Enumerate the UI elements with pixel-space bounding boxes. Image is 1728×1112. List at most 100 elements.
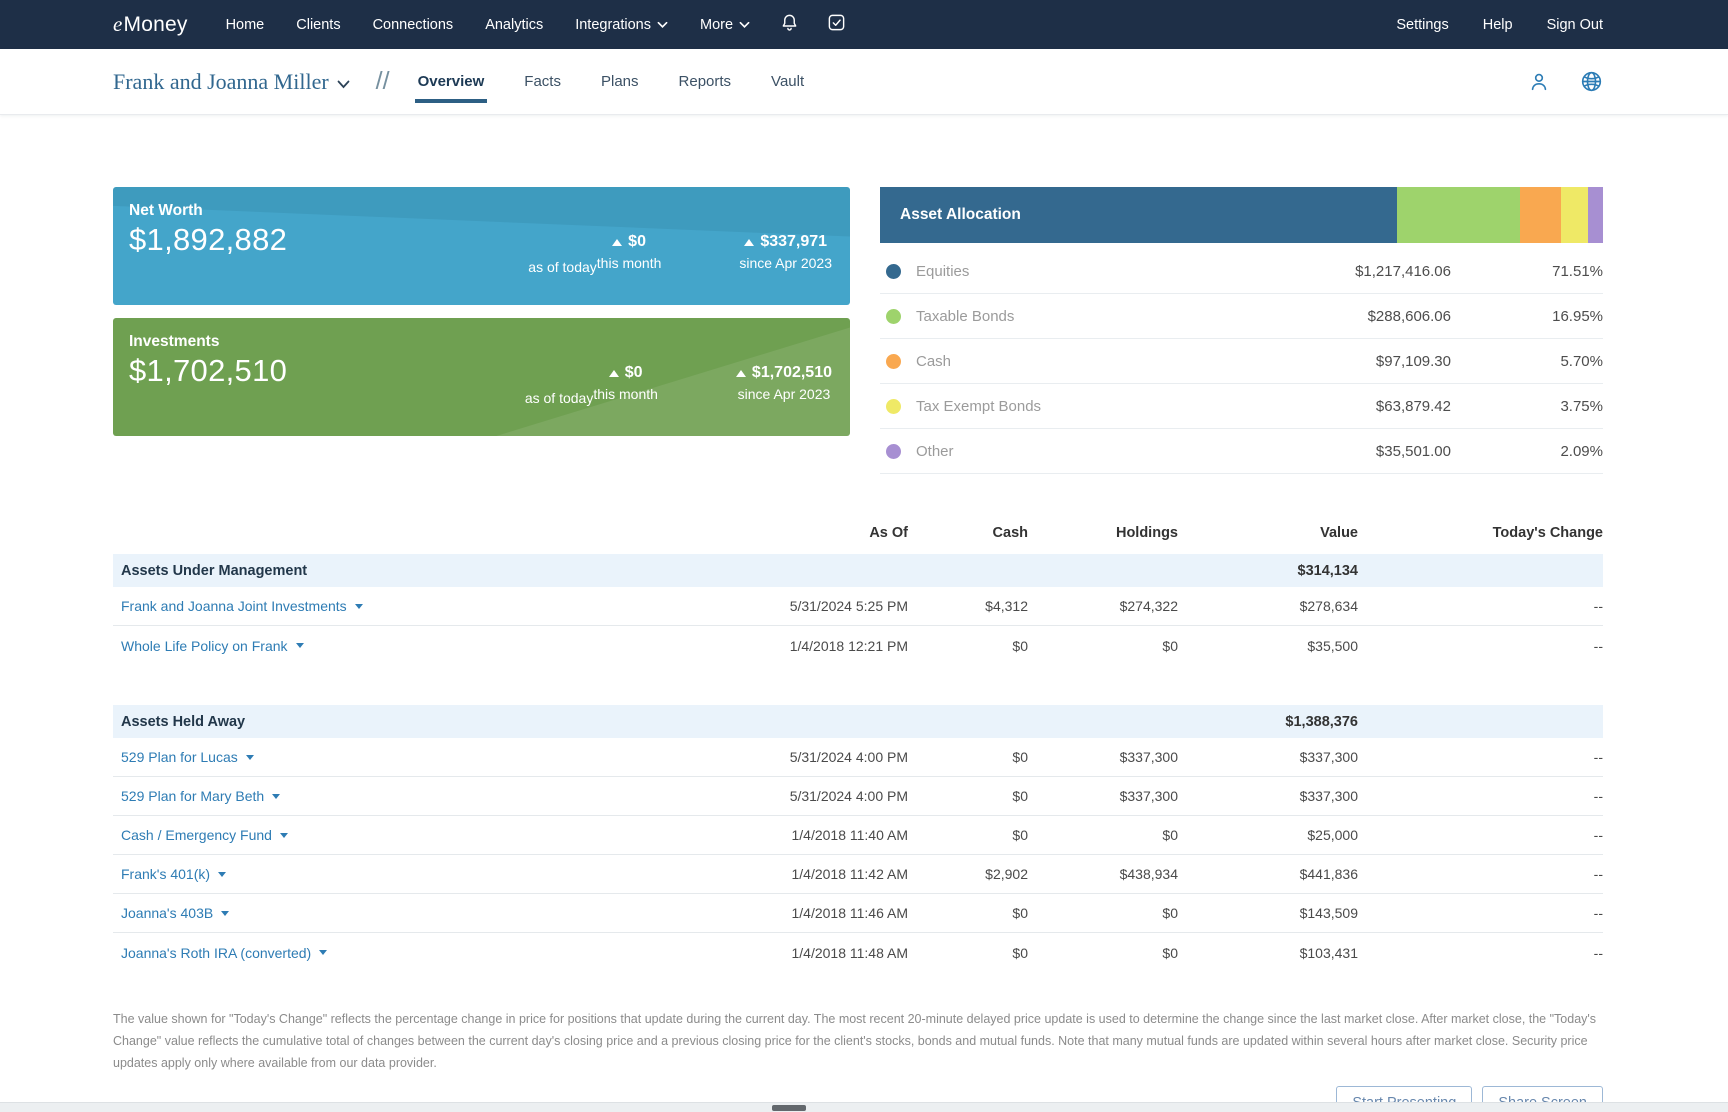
column-header-holdings: Holdings (1115, 525, 1178, 541)
triangle-up-icon (744, 239, 755, 246)
asset-link[interactable]: Frank's 401(k) (121, 866, 210, 882)
asset-allocation-panel: Asset Allocation Equities $1,217,416.06 … (880, 187, 1603, 474)
check-square-icon (827, 13, 846, 37)
asset-link[interactable]: Joanna's Roth IRA (converted) (121, 945, 311, 961)
nav-item-settings[interactable]: Settings (1379, 0, 1465, 49)
nav-item-help[interactable]: Help (1466, 0, 1530, 49)
tab-overview[interactable]: Overview (414, 49, 488, 114)
chevron-down-icon (337, 69, 350, 95)
asset-allocation-title: Asset Allocation (900, 206, 1021, 223)
allocation-segment-taxable-bonds (1397, 187, 1520, 243)
investments-month-change: $0 this month (593, 364, 658, 402)
allocation-legend-row: Equities $1,217,416.06 71.51% (880, 249, 1603, 294)
section-total: $314,134 (1297, 562, 1358, 579)
caret-down-icon[interactable] (279, 832, 288, 838)
horizontal-scrollbar[interactable] (0, 1102, 1728, 1112)
table-section-header: Assets Under Management $314,134 (113, 554, 1603, 587)
todays-change-disclaimer: The value shown for "Today's Change" ref… (113, 1012, 1597, 1071)
table-section-header: Assets Held Away $1,388,376 (113, 705, 1603, 738)
asset-allocation-bar: Asset Allocation (880, 187, 1603, 243)
investments-card: Investments $1,702,510 as of today $0 th… (113, 318, 850, 436)
column-header-value: Value (1320, 525, 1358, 541)
caret-down-icon[interactable] (221, 910, 230, 916)
table-row: Cash / Emergency Fund 1/4/2018 11:40 AM … (113, 816, 1603, 855)
tab-facts[interactable]: Facts (524, 49, 561, 114)
allocation-legend-row: Tax Exempt Bonds $63,879.42 3.75% (880, 384, 1603, 429)
allocation-legend-row: Taxable Bonds $288,606.06 16.95% (880, 294, 1603, 339)
tab-reports[interactable]: Reports (679, 49, 732, 114)
client-name-label: Frank and Joanna Miller (113, 68, 329, 94)
nav-item-connections[interactable]: Connections (357, 0, 470, 49)
nav-item-analytics[interactable]: Analytics (469, 0, 559, 49)
table-row: Frank's 401(k) 1/4/2018 11:42 AM $2,902 … (113, 855, 1603, 894)
column-header-cash: Cash (992, 525, 1028, 541)
client-tabs: Overview Facts Plans Reports Vault (414, 49, 804, 114)
caret-down-icon[interactable] (295, 643, 304, 648)
nav-item-home[interactable]: Home (210, 0, 281, 49)
allocation-legend-row: Other $35,501.00 2.09% (880, 429, 1603, 474)
table-row: Whole Life Policy on Frank 1/4/2018 12:2… (121, 637, 1603, 654)
asset-link[interactable]: Cash / Emergency Fund (121, 827, 272, 843)
allocation-segment-other (1587, 187, 1603, 243)
caret-down-icon[interactable] (272, 793, 281, 799)
caret-down-icon[interactable] (354, 603, 363, 609)
tasks-button[interactable] (813, 0, 860, 49)
net-worth-since-change: $337,971 since Apr 2023 (739, 233, 832, 271)
chevron-down-icon (739, 21, 750, 29)
nav-item-integrations[interactable]: Integrations (559, 0, 684, 49)
column-header-as-of: As Of (869, 525, 908, 541)
table-row: Joanna's 403B 1/4/2018 11:46 AM $0 $0 $1… (113, 894, 1603, 933)
emoney-logo[interactable]: eMoney (113, 12, 188, 37)
scrollbar-thumb[interactable] (772, 1105, 806, 1111)
nav-item-more[interactable]: More (684, 0, 766, 49)
net-worth-amount: $1,892,882 (129, 222, 288, 257)
investments-since-change: $1,702,510 since Apr 2023 (735, 364, 832, 402)
net-worth-title: Net Worth (129, 202, 203, 219)
caret-down-icon[interactable] (218, 871, 227, 877)
net-worth-asof: as of today (528, 259, 597, 275)
column-header-change: Today's Change (1492, 525, 1603, 541)
asset-link[interactable]: Joanna's 403B (121, 905, 213, 921)
legend-dot-icon (886, 353, 901, 369)
table-row: 529 Plan for Lucas 5/31/2024 4:00 PM $0 … (113, 738, 1603, 777)
legend-dot-icon (886, 443, 901, 459)
nav-item-clients[interactable]: Clients (280, 0, 356, 49)
caret-down-icon[interactable] (245, 754, 254, 760)
triangle-up-icon (735, 370, 746, 377)
caret-down-icon[interactable] (319, 950, 328, 955)
investments-title: Investments (129, 333, 220, 350)
investments-asof: as of today (524, 390, 594, 406)
allocation-segment-cash (1519, 187, 1561, 243)
asset-link[interactable]: Frank and Joanna Joint Investments (121, 598, 347, 614)
tab-vault[interactable]: Vault (771, 49, 804, 114)
top-navigation-bar: eMoney Home Clients Connections Analytic… (0, 0, 1728, 49)
table-header-row: As Of Cash Holdings Value Today's Change (113, 520, 1603, 546)
legend-dot-icon (886, 263, 901, 279)
table-row: 529 Plan for Mary Beth 5/31/2024 4:00 PM… (113, 777, 1603, 816)
chevron-down-icon (657, 21, 668, 29)
table-row: Joanna's Roth IRA (converted) 1/4/2018 1… (121, 944, 1603, 961)
asset-link[interactable]: 529 Plan for Lucas (121, 749, 238, 765)
tab-plans[interactable]: Plans (601, 49, 639, 114)
assets-table: As Of Cash Holdings Value Today's Change… (113, 520, 1603, 972)
net-worth-card: Net Worth $1,892,882 as of today $0 this… (113, 187, 850, 305)
client-header-bar: Frank and Joanna Miller // Overview Fact… (0, 49, 1728, 115)
asset-link[interactable]: Whole Life Policy on Frank (121, 638, 288, 654)
triangle-up-icon (612, 239, 623, 246)
asset-allocation-legend: Equities $1,217,416.06 71.51% Taxable Bo… (880, 249, 1603, 474)
client-selector[interactable]: Frank and Joanna Miller (113, 69, 350, 95)
legend-dot-icon (886, 398, 901, 414)
nav-item-sign-out[interactable]: Sign Out (1530, 0, 1603, 49)
primary-nav: Home Clients Connections Analytics Integ… (210, 0, 766, 49)
net-worth-month-change: $0 this month (596, 233, 662, 271)
globe-icon[interactable] (1580, 70, 1603, 93)
breadcrumb-separator: // (375, 67, 390, 95)
allocation-legend-row: Cash $97,109.30 5.70% (880, 339, 1603, 384)
legend-dot-icon (886, 308, 901, 324)
notifications-button[interactable] (766, 0, 813, 49)
allocation-segment-tax-exempt-bonds (1560, 187, 1588, 243)
table-row: Frank and Joanna Joint Investments 5/31/… (113, 587, 1603, 626)
asset-link[interactable]: 529 Plan for Mary Beth (121, 788, 264, 804)
person-icon[interactable] (1528, 71, 1550, 93)
secondary-nav: Settings Help Sign Out (1379, 0, 1603, 49)
